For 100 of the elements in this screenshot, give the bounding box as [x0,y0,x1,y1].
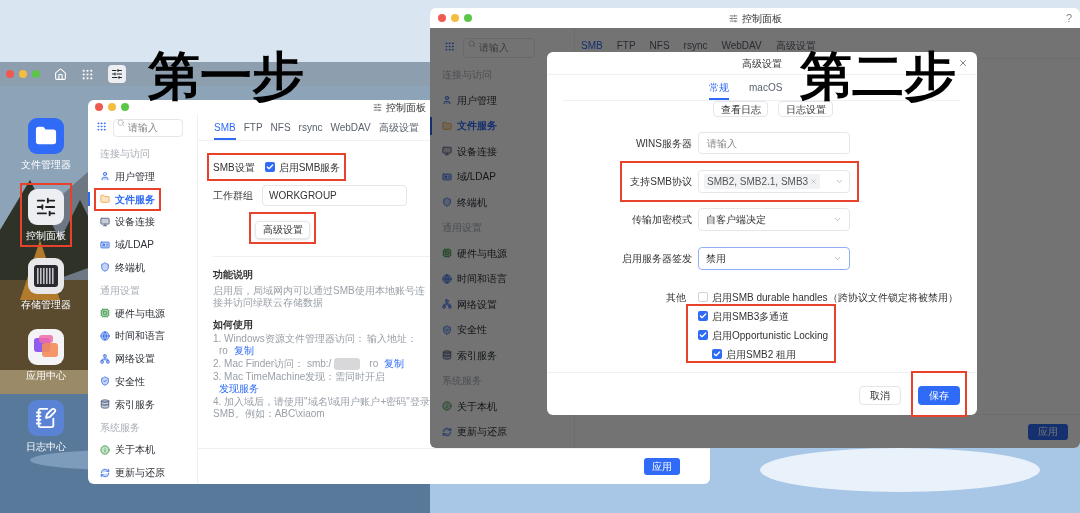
apply-button[interactable]: 应用 [1028,423,1068,440]
sliders-icon[interactable] [108,65,126,83]
checkbox[interactable] [698,311,708,321]
sidebar-item[interactable]: 网络设置 [100,351,155,367]
chip-icon [100,308,110,318]
network-icon [100,353,110,364]
notebook-icon[interactable] [28,400,64,436]
checkbox-label: 启用SMB durable handles（跨协议文件锁定将被禁用） [712,290,958,305]
search-field[interactable]: 请输入 [113,118,183,137]
sidebar-item[interactable]: 设备连接 [442,143,497,159]
folder-icon[interactable] [28,118,64,154]
checkbox[interactable] [698,292,708,302]
grid-icon[interactable] [81,67,94,81]
sidebar-item[interactable]: 索引服务 [100,396,155,412]
dropdown[interactable]: 禁用 [698,246,850,270]
close-button[interactable] [95,103,103,111]
field-label: 启用服务器签发 [622,251,692,266]
field-label: 支持SMB协议 [630,174,692,189]
sidebar-item[interactable]: 文件服务 [100,191,155,207]
sidebar-item[interactable]: 域/LDAP [442,169,496,185]
section-title: 功能说明 [213,268,254,283]
sidebar-item[interactable]: 终端机 [100,259,145,275]
maximize-button[interactable] [121,103,129,111]
checkbox[interactable] [712,349,722,359]
close-button[interactable] [438,14,446,22]
drive-bay-icon[interactable] [28,258,64,294]
user-icon [100,171,110,182]
shield-icon [100,262,110,273]
save-button[interactable]: 保存 [918,386,960,405]
sidebar-item[interactable]: 安全性 [442,322,487,338]
log-button[interactable]: 查看日志 [713,101,768,117]
minimize-button[interactable] [108,103,116,111]
tab[interactable]: FTP [243,120,263,141]
minimize-button[interactable] [451,14,459,22]
app-label: 应用中心 [26,369,66,383]
refresh-icon [100,467,110,478]
field-label: 工作群组 [213,189,253,204]
sidebar-item[interactable]: 文件服务 [442,118,497,134]
instruction-text: 4. 加入域后，请使用"域名\域用户账户+密码"登录 SMB。例如：ABC\xiaom [213,396,430,420]
log-button[interactable]: 日志设置 [778,101,833,117]
sidebar-item[interactable]: 关于本机 [442,398,497,414]
folder-icon [100,194,110,205]
tab[interactable]: SMB [214,120,236,141]
tab[interactable]: macOS [749,80,783,100]
tab[interactable]: rsync [298,120,323,141]
advanced-settings-button[interactable]: 高级设置 [255,220,310,239]
tab[interactable]: WebDAV [330,120,371,141]
multi-select[interactable]: SMB2, SMB2.1, SMB3 [698,169,850,193]
apply-button[interactable]: 应用 [644,458,680,475]
sidebar-item[interactable]: 设备连接 [100,214,155,230]
chip-icon [442,248,452,259]
app-label: 存储管理器 [21,298,71,312]
group-label: 连接与访问 [100,146,150,161]
tab[interactable]: 高级设置 [378,120,419,141]
checkbox-label: 启用SMB2 租用 [726,347,796,362]
tab[interactable]: NFS [270,120,291,141]
sidebar-item[interactable]: 索引服务 [442,347,497,363]
sidebar-item[interactable]: 时间和语言 [100,328,165,344]
sidebar-item[interactable]: 关于本机 [100,442,155,458]
section-title: 如何使用 [213,318,254,333]
copy-link[interactable]: 发现服务 [219,383,259,395]
sidebar-item[interactable]: 网络设置 [442,296,497,312]
database-icon [100,399,110,410]
address-text: ro [219,345,228,357]
checkbox[interactable] [264,162,275,173]
sidebar-item[interactable]: 更新与还原 [100,465,165,481]
grid-icon[interactable] [444,40,455,52]
checkbox-label: 启用SMB3多通道 [712,309,790,324]
checkbox-label: 启用SMB服务 [278,160,341,175]
chevron-icon [833,215,842,224]
sidebar-item[interactable]: 域/LDAP [100,237,154,253]
sidebar-item[interactable]: 安全性 [100,373,145,389]
input-field[interactable]: 请输入 [698,132,850,154]
sidebar-item[interactable]: 终端机 [442,194,487,210]
home-icon[interactable] [54,67,67,81]
checkbox[interactable] [698,330,708,340]
maximize-button[interactable] [464,14,472,22]
input-field[interactable]: WORKGROUP [262,185,407,207]
dropdown[interactable]: 自客户端决定 [698,208,850,231]
close-icon[interactable] [958,58,968,68]
sidebar-item[interactable]: 更新与还原 [442,424,507,440]
tab[interactable]: 常规 [709,80,729,100]
overlapping-squares-icon[interactable] [28,329,64,365]
copy-link[interactable]: 复制 [384,358,405,370]
sidebar-item[interactable]: 用户管理 [100,168,155,184]
help-button[interactable]: ? [1065,9,1072,27]
sidebar-item[interactable]: 时间和语言 [442,271,507,287]
instruction-text: 3. Mac TimeMachine发现：需同时开启 [213,371,386,383]
sidebar-item[interactable]: 硬件与电源 [442,245,507,261]
cancel-button[interactable]: 取消 [859,386,901,405]
field-label: 传输加密模式 [632,213,692,227]
window-title: 控制面板 [385,100,426,115]
monitor-icon [100,216,110,227]
sidebar-item[interactable]: 硬件与电源 [100,305,165,321]
window-title: 控制面板 [741,11,782,26]
copy-link[interactable]: 复制 [233,345,254,357]
grid-icon[interactable] [96,120,107,132]
step-label: 第一步 [148,48,304,104]
sidebar-item[interactable]: 用户管理 [442,92,497,108]
sliders-icon[interactable] [28,189,64,225]
